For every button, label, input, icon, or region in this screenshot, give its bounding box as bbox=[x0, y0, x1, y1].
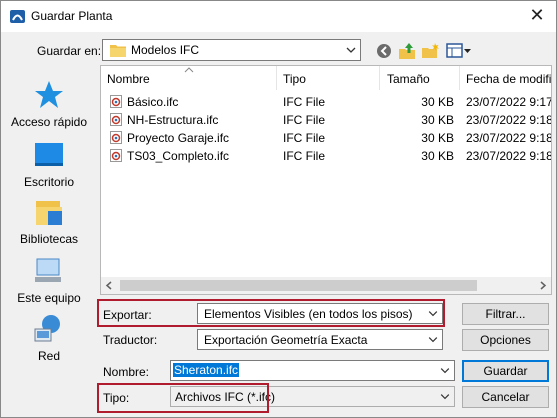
cancel-button[interactable]: Cancelar bbox=[462, 386, 549, 408]
chevron-down-icon bbox=[346, 47, 356, 53]
place-label: Bibliotecas bbox=[19, 232, 79, 246]
file-date: 23/07/2022 9:17 bbox=[466, 95, 552, 109]
file-row[interactable]: Básico.ifc IFC File 30 KB 23/07/2022 9:1… bbox=[101, 93, 552, 111]
ifc-file-icon bbox=[110, 131, 122, 144]
file-name: NH-Estructura.ifc bbox=[127, 113, 219, 127]
view-menu-icon[interactable] bbox=[446, 42, 472, 60]
save-dialog: Guardar Planta ✕ Guardar en: Modelos IFC bbox=[0, 0, 557, 418]
places-bar: Acceso rápido Escritorio Bibliotecas Est… bbox=[5, 65, 93, 375]
ifc-file-icon bbox=[110, 95, 122, 108]
column-header: Nombre Tipo Tamaño Fecha de modifi bbox=[101, 66, 551, 92]
filter-button[interactable]: Filtrar... bbox=[462, 303, 549, 325]
file-type: IFC File bbox=[283, 149, 325, 163]
file-type: IFC File bbox=[283, 113, 325, 127]
place-label: Red bbox=[37, 349, 60, 363]
save-button[interactable]: Guardar bbox=[462, 360, 549, 382]
place-libraries[interactable]: Bibliotecas bbox=[5, 196, 93, 246]
star-icon bbox=[35, 81, 63, 108]
name-field[interactable]: Sheraton.ifc bbox=[170, 360, 455, 381]
save-in-combo[interactable]: Modelos IFC bbox=[102, 39, 361, 61]
horizontal-scrollbar[interactable] bbox=[101, 277, 551, 294]
save-in-label: Guardar en: bbox=[37, 44, 102, 58]
back-icon[interactable] bbox=[376, 42, 392, 60]
name-value: Sheraton.ifc bbox=[173, 363, 240, 377]
computer-icon bbox=[35, 258, 61, 282]
libraries-icon bbox=[36, 201, 62, 225]
ifc-file-icon bbox=[110, 113, 122, 126]
file-list[interactable]: Nombre Tipo Tamaño Fecha de modifi Básic… bbox=[100, 65, 552, 295]
place-this-pc[interactable]: Este equipo bbox=[5, 255, 93, 305]
scroll-left-icon[interactable] bbox=[105, 281, 113, 290]
translator-combo[interactable]: Exportación Geometría Exacta bbox=[197, 329, 443, 350]
place-label: Este equipo bbox=[17, 291, 81, 305]
chevron-down-icon bbox=[440, 368, 450, 374]
column-date[interactable]: Fecha de modifi bbox=[466, 72, 551, 86]
sort-up-icon bbox=[184, 67, 194, 73]
up-folder-icon[interactable] bbox=[399, 42, 417, 60]
column-name[interactable]: Nombre bbox=[107, 72, 150, 86]
file-date: 23/07/2022 9:18 bbox=[466, 113, 552, 127]
file-name: Básico.ifc bbox=[127, 95, 179, 109]
file-size: 30 KB bbox=[421, 149, 454, 163]
desktop-icon bbox=[35, 143, 63, 166]
name-label: Nombre: bbox=[103, 365, 150, 379]
close-icon[interactable]: ✕ bbox=[527, 5, 547, 25]
title-bar: Guardar Planta ✕ bbox=[1, 1, 556, 32]
translator-value: Exportación Geometría Exacta bbox=[204, 333, 368, 347]
file-name: Proyecto Garaje.ifc bbox=[127, 131, 230, 145]
file-row[interactable]: Proyecto Garaje.ifc IFC File 30 KB 23/07… bbox=[101, 129, 552, 147]
place-network[interactable]: Red bbox=[5, 313, 93, 363]
file-date: 23/07/2022 9:18 bbox=[466, 131, 552, 145]
chevron-down-icon bbox=[428, 337, 438, 343]
scroll-right-icon[interactable] bbox=[539, 281, 547, 290]
app-icon bbox=[10, 10, 25, 23]
file-date: 23/07/2022 9:18 bbox=[466, 149, 552, 163]
place-desktop[interactable]: Escritorio bbox=[5, 139, 93, 189]
new-folder-icon[interactable] bbox=[422, 42, 440, 60]
file-row[interactable]: NH-Estructura.ifc IFC File 30 KB 23/07/2… bbox=[101, 111, 552, 129]
column-size[interactable]: Tamaño bbox=[387, 72, 430, 86]
translator-label: Traductor: bbox=[103, 333, 158, 347]
scrollbar-thumb[interactable] bbox=[120, 280, 477, 291]
chevron-down-icon bbox=[440, 394, 450, 400]
options-button[interactable]: Opciones bbox=[462, 329, 549, 351]
save-in-value: Modelos IFC bbox=[131, 43, 200, 57]
place-quick-access[interactable]: Acceso rápido bbox=[5, 79, 93, 129]
file-size: 30 KB bbox=[421, 113, 454, 127]
file-name: TS03_Completo.ifc bbox=[127, 149, 230, 163]
ifc-file-icon bbox=[110, 149, 122, 162]
highlight-export bbox=[97, 299, 445, 327]
column-type[interactable]: Tipo bbox=[283, 72, 306, 86]
file-row[interactable]: TS03_Completo.ifc IFC File 30 KB 23/07/2… bbox=[101, 147, 552, 165]
file-size: 30 KB bbox=[421, 95, 454, 109]
file-type: IFC File bbox=[283, 95, 325, 109]
place-label: Acceso rápido bbox=[10, 115, 88, 129]
file-size: 30 KB bbox=[421, 131, 454, 145]
window-title: Guardar Planta bbox=[31, 9, 113, 23]
folder-icon bbox=[110, 45, 126, 57]
network-icon bbox=[34, 315, 60, 342]
file-type: IFC File bbox=[283, 131, 325, 145]
highlight-type bbox=[97, 383, 269, 413]
place-label: Escritorio bbox=[23, 175, 74, 189]
